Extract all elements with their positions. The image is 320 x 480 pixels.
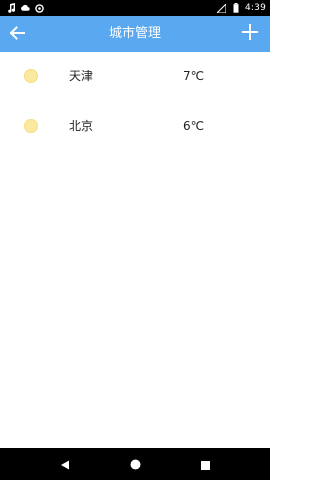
city-name: 天津 [69, 69, 94, 83]
add-city-button[interactable] [238, 22, 262, 46]
recents-square-icon [200, 455, 210, 474]
nav-recents-button[interactable] [194, 453, 216, 475]
nav-home-button[interactable] [124, 453, 146, 475]
city-temperature: 6℃ [183, 119, 205, 133]
sunny-icon [24, 69, 38, 83]
city-list: 天津 7℃ 北京 6℃ [0, 52, 270, 152]
city-temperature: 7℃ [183, 69, 205, 83]
status-time: 4:39 [244, 3, 266, 13]
status-bar-right: 4:39 [217, 3, 266, 13]
sunny-icon [24, 119, 38, 133]
city-name: 北京 [69, 119, 94, 133]
system-nav-bar [0, 448, 270, 480]
plus-icon [241, 23, 259, 45]
sync-icon [34, 3, 44, 13]
status-bar: 4:39 [0, 0, 270, 16]
cloud-icon [20, 3, 30, 13]
signal-icon [217, 3, 227, 13]
app-bar: 城市管理 [0, 16, 270, 52]
city-list-item[interactable]: 天津 7℃ [0, 52, 270, 102]
city-management-screen: 4:39 城市管理 天津 7℃ 北京 6℃ [0, 0, 270, 480]
city-list-item[interactable]: 北京 6℃ [0, 102, 270, 152]
nav-back-button[interactable] [54, 453, 76, 475]
page-title: 城市管理 [108, 26, 161, 41]
music-note-icon [6, 3, 16, 13]
back-triangle-icon [60, 455, 70, 474]
home-circle-icon [130, 455, 141, 474]
status-bar-left [6, 3, 44, 13]
battery-icon [231, 3, 241, 13]
